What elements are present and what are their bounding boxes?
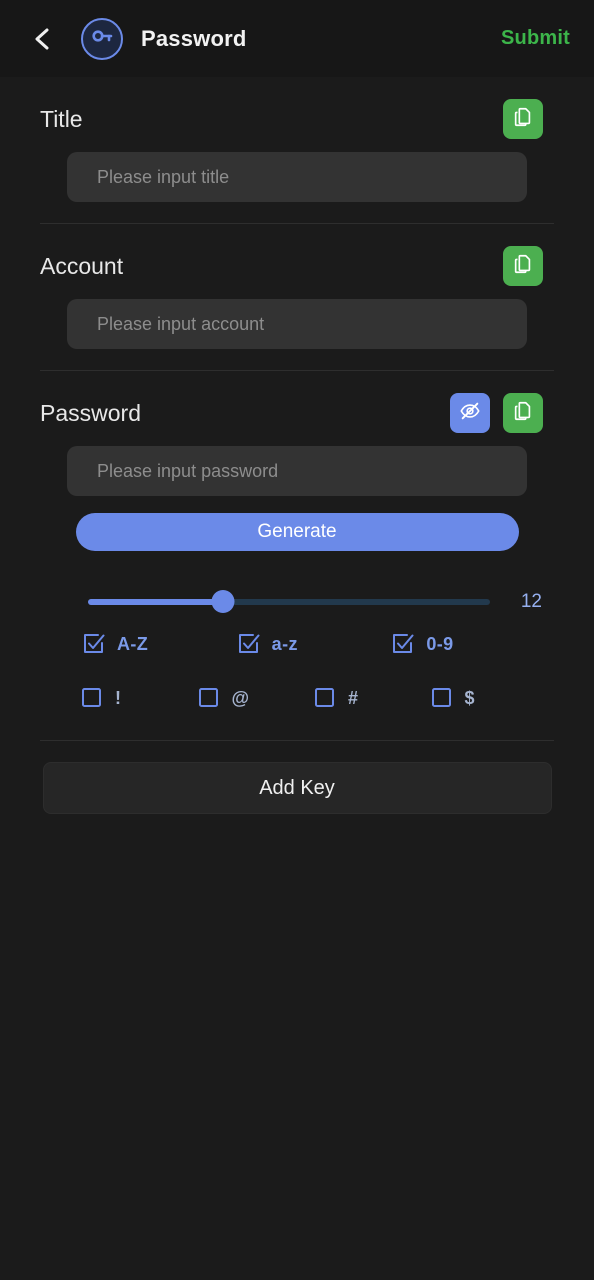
- checkbox-unchecked-icon: [80, 686, 104, 710]
- checkbox-hash[interactable]: #: [313, 686, 430, 710]
- account-field-label: Account: [40, 252, 124, 279]
- checkbox-label: !: [115, 687, 122, 708]
- checkbox-unchecked-icon: [197, 686, 221, 710]
- form-body: Title Account: [0, 77, 594, 1280]
- checkbox-exclamation[interactable]: !: [80, 686, 197, 710]
- slider-thumb[interactable]: [211, 590, 235, 613]
- checkbox-label: $: [464, 687, 475, 708]
- charset-row-letters-digits: A-Z a-z 0-9: [40, 621, 554, 667]
- title-field-header: Title: [40, 98, 554, 140]
- checkbox-unchecked-icon: [313, 686, 337, 710]
- password-field-label: Password: [40, 399, 141, 426]
- chevron-left-icon: [30, 26, 56, 52]
- page-title: Password: [141, 25, 247, 51]
- password-field-header: Password: [40, 392, 554, 434]
- checkbox-digits[interactable]: 0-9: [391, 632, 546, 656]
- checkbox-checked-icon: [82, 632, 106, 656]
- checkbox-label: A-Z: [117, 633, 149, 654]
- generate-row: Generate: [40, 496, 554, 551]
- checkbox-checked-icon: [391, 632, 415, 656]
- checkbox-lowercase[interactable]: a-z: [237, 632, 392, 656]
- title-field-block: Title: [40, 77, 554, 224]
- account-input[interactable]: [67, 299, 527, 349]
- checkbox-uppercase[interactable]: A-Z: [82, 632, 237, 656]
- copy-title-button[interactable]: [503, 99, 543, 139]
- password-input[interactable]: [67, 446, 527, 496]
- eye-off-icon: [459, 400, 481, 427]
- length-slider[interactable]: [88, 590, 490, 614]
- add-key-button[interactable]: Add Key: [42, 762, 552, 814]
- submit-button[interactable]: Submit: [501, 27, 570, 50]
- toggle-password-visibility-button[interactable]: [450, 393, 490, 433]
- slider-track-fill: [88, 598, 224, 605]
- password-editor-screen: Password Submit Title Please input title…: [0, 0, 594, 1280]
- checkbox-label: 0-9: [426, 633, 454, 654]
- checkbox-checked-icon: [237, 632, 261, 656]
- copy-icon: [512, 400, 534, 427]
- password-field-block: Password: [40, 371, 554, 496]
- title-input[interactable]: [67, 152, 527, 202]
- checkbox-label: #: [348, 687, 359, 708]
- account-field-block: Account: [40, 224, 554, 371]
- length-slider-row: 12: [40, 551, 554, 613]
- checkbox-label: a-z: [271, 633, 298, 654]
- account-field-header: Account: [40, 245, 554, 287]
- checkbox-dollar[interactable]: $: [430, 686, 547, 710]
- checkbox-label: @: [231, 687, 250, 708]
- length-value: 12: [520, 590, 542, 612]
- key-badge: [81, 17, 123, 60]
- title-field-label: Title: [40, 105, 83, 132]
- charset-row-symbols: ! @ # $: [40, 675, 554, 721]
- copy-password-button[interactable]: [503, 393, 543, 433]
- key-icon: [90, 24, 114, 53]
- copy-icon: [512, 253, 534, 280]
- checkbox-unchecked-icon: [430, 686, 454, 710]
- checkbox-at[interactable]: @: [197, 686, 314, 710]
- app-header: Password Submit: [0, 0, 594, 77]
- generate-button[interactable]: Generate: [75, 513, 519, 551]
- copy-icon: [512, 106, 534, 133]
- back-button[interactable]: [26, 22, 60, 56]
- add-key-row: Add Key: [40, 741, 554, 814]
- copy-account-button[interactable]: [503, 246, 543, 286]
